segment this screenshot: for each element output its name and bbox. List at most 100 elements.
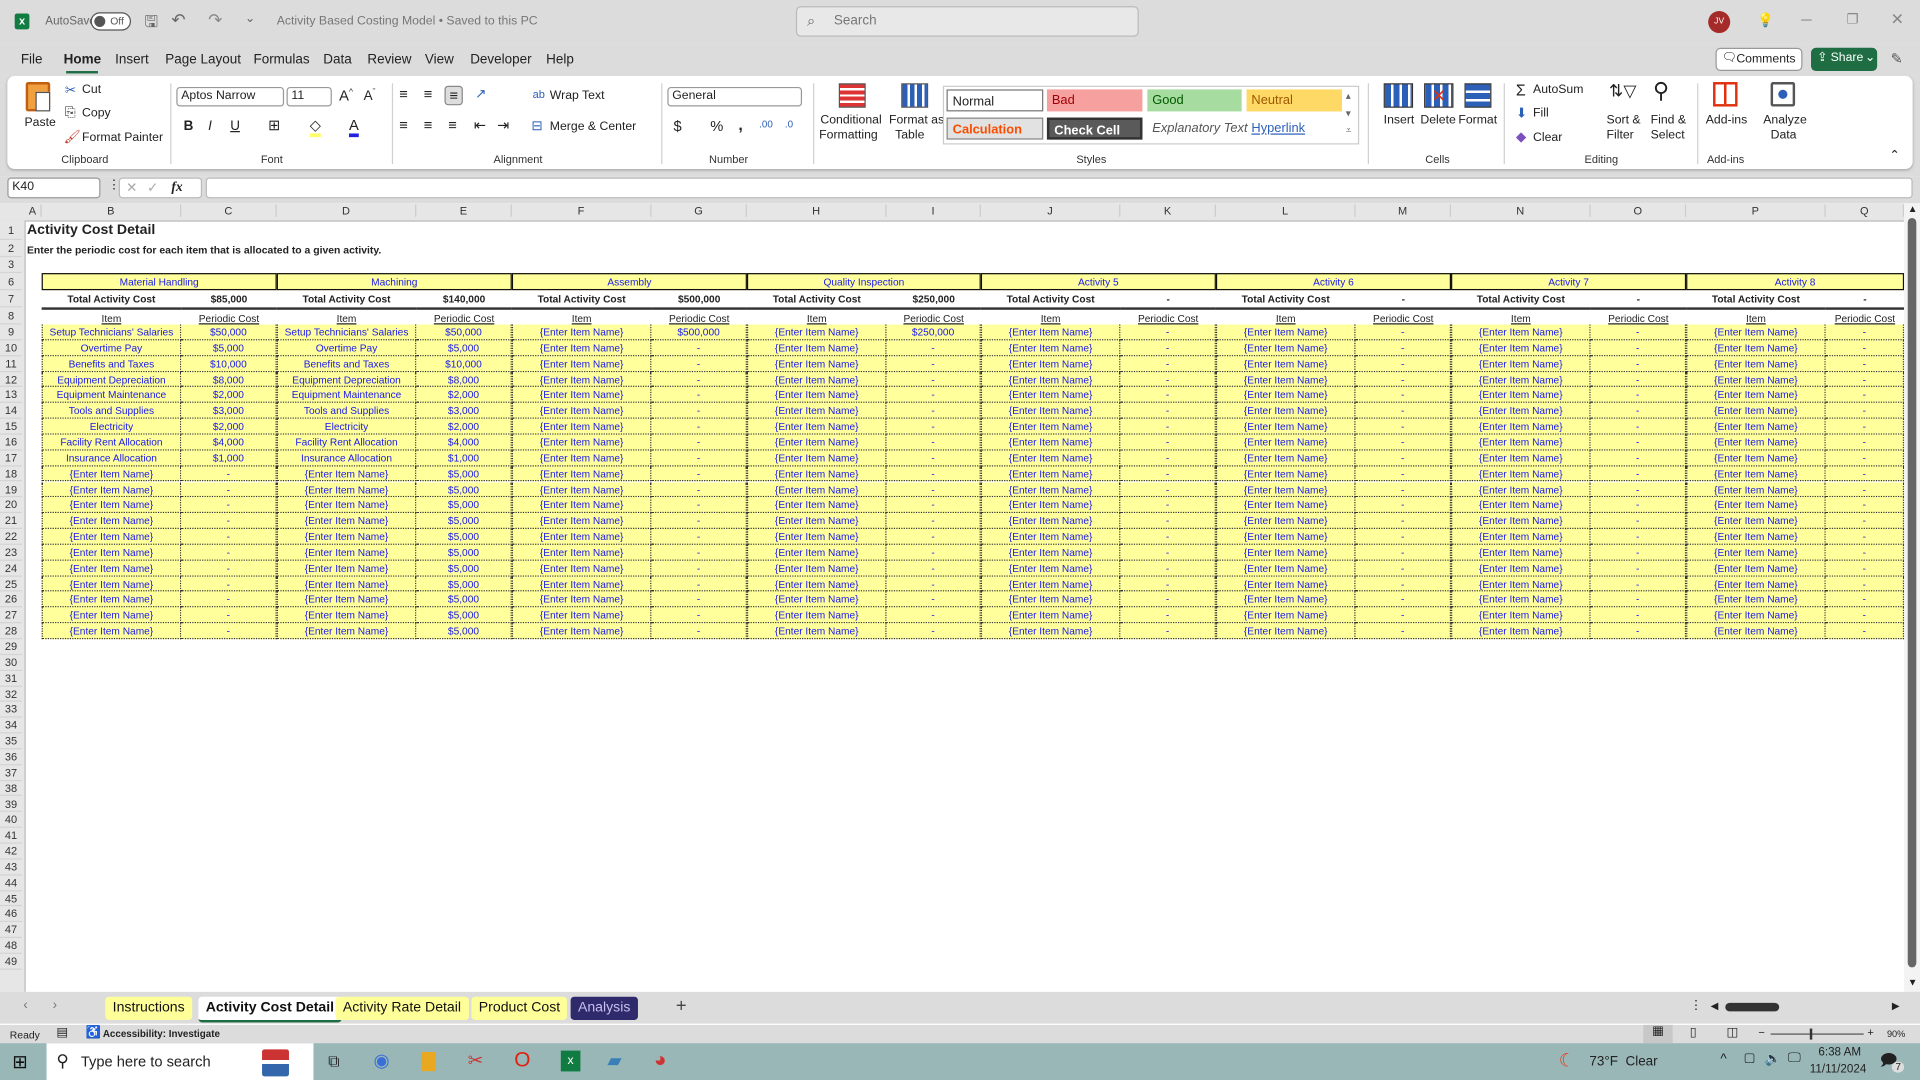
row-header-2[interactable]: 2 [0, 240, 23, 258]
item-name-cell[interactable]: {Enter Item Name} [1215, 434, 1356, 451]
periodic-cost-cell[interactable]: - [1825, 324, 1905, 341]
row-header-8[interactable]: 8 [0, 307, 23, 325]
item-name-cell[interactable]: {Enter Item Name} [1686, 340, 1826, 356]
task-view-icon[interactable]: ⧉ [328, 1052, 339, 1072]
item-name-cell[interactable]: {Enter Item Name} [41, 529, 182, 545]
periodic-cost-cell[interactable]: - [1825, 623, 1905, 640]
snipping-tool-icon[interactable]: ✂ [468, 1049, 483, 1072]
item-name-cell[interactable]: {Enter Item Name} [511, 403, 652, 419]
item-name-cell[interactable]: {Enter Item Name} [511, 560, 652, 577]
sort-filter-button-line2[interactable]: Filter [1607, 129, 1634, 142]
windows-start-icon[interactable]: ⊞ [12, 1051, 27, 1073]
periodic-cost-cell[interactable]: $5,000 [416, 576, 512, 592]
periodic-cost-cell[interactable]: - [1590, 623, 1687, 640]
item-name-cell[interactable]: {Enter Item Name} [511, 355, 652, 372]
item-name-cell[interactable]: {Enter Item Name} [746, 355, 887, 372]
item-name-cell[interactable]: {Enter Item Name} [1686, 513, 1826, 530]
item-name-cell[interactable]: {Enter Item Name} [276, 513, 417, 530]
periodic-cost-cell[interactable]: - [1355, 481, 1452, 498]
periodic-cost-cell[interactable]: - [651, 371, 747, 388]
item-name-cell[interactable]: {Enter Item Name} [1451, 324, 1591, 341]
item-name-cell[interactable]: {Enter Item Name} [511, 623, 652, 640]
periodic-cost-cell[interactable]: $5,000 [416, 466, 512, 482]
item-name-cell[interactable]: {Enter Item Name} [980, 403, 1121, 419]
item-name-cell[interactable]: {Enter Item Name} [1215, 560, 1356, 577]
periodic-cost-cell[interactable]: - [886, 450, 981, 467]
item-name-cell[interactable]: {Enter Item Name} [980, 371, 1121, 388]
item-name-cell[interactable]: {Enter Item Name} [746, 591, 887, 608]
periodic-cost-cell[interactable]: - [1825, 450, 1905, 467]
periodic-cost-cell[interactable]: - [1825, 403, 1905, 419]
item-name-cell[interactable]: {Enter Item Name} [511, 607, 652, 624]
periodic-cost-cell[interactable]: - [1120, 481, 1216, 498]
periodic-cost-cell[interactable]: $1,000 [181, 450, 277, 467]
item-name-cell[interactable]: Electricity [276, 418, 417, 435]
gallery-scroll-icon[interactable]: ▴ ▾ ⩡ [1346, 88, 1352, 139]
item-name-cell[interactable]: Equipment Maintenance [41, 387, 182, 404]
column-header-D[interactable]: D [277, 204, 417, 217]
item-name-cell[interactable]: {Enter Item Name} [1686, 434, 1826, 451]
periodic-cost-cell[interactable]: $8,000 [416, 371, 512, 388]
periodic-cost-cell[interactable]: - [1825, 529, 1905, 545]
periodic-cost-cell[interactable]: - [651, 529, 747, 545]
periodic-cost-cell[interactable]: - [651, 591, 747, 608]
italic-icon[interactable]: I [208, 119, 212, 134]
align-center-icon[interactable]: ≡ [424, 116, 433, 133]
column-header-I[interactable]: I [887, 204, 981, 217]
item-name-cell[interactable]: {Enter Item Name} [1215, 466, 1356, 482]
find-select-button[interactable]: Find & [1651, 114, 1686, 127]
comma-icon[interactable]: , [738, 115, 742, 133]
periodic-cost-cell[interactable]: - [651, 340, 747, 356]
scroll-up-icon[interactable]: ▲ [1908, 203, 1918, 214]
periodic-cost-cell[interactable]: - [886, 544, 981, 561]
zoom-in-icon[interactable]: + [1867, 1026, 1873, 1038]
item-name-cell[interactable]: {Enter Item Name} [1215, 418, 1356, 435]
item-name-cell[interactable]: {Enter Item Name} [511, 434, 652, 451]
prev-sheet-icon[interactable]: ‹ [23, 998, 27, 1013]
periodic-cost-cell[interactable]: - [181, 481, 277, 498]
periodic-cost-cell[interactable]: $5,000 [416, 481, 512, 498]
periodic-cost-cell[interactable]: - [651, 418, 747, 435]
periodic-cost-cell[interactable]: - [1120, 607, 1216, 624]
periodic-cost-cell[interactable]: - [1590, 497, 1687, 514]
column-header-K[interactable]: K [1120, 204, 1216, 217]
item-name-cell[interactable]: {Enter Item Name} [1686, 418, 1826, 435]
row-header-27[interactable]: 27 [0, 608, 23, 624]
column-header-P[interactable]: P [1686, 204, 1826, 217]
row-header-30[interactable]: 30 [0, 655, 23, 671]
item-name-cell[interactable]: {Enter Item Name} [1686, 466, 1826, 482]
taskbar-search-box[interactable]: ⚲ Type here to search [46, 1043, 314, 1080]
style-bad[interactable]: Bad [1046, 89, 1143, 112]
fill-button[interactable]: Fill [1533, 107, 1549, 120]
item-name-cell[interactable]: {Enter Item Name} [276, 466, 417, 482]
periodic-cost-cell[interactable]: - [1355, 591, 1452, 608]
periodic-cost-cell[interactable]: - [1825, 340, 1905, 356]
periodic-cost-cell[interactable]: - [1590, 434, 1687, 451]
periodic-cost-cell[interactable]: - [1590, 513, 1687, 530]
periodic-cost-cell[interactable]: - [1590, 560, 1687, 577]
periodic-cost-cell[interactable]: - [181, 560, 277, 577]
row-header-32[interactable]: 32 [0, 686, 23, 703]
periodic-cost-cell[interactable]: $4,000 [181, 434, 277, 451]
periodic-cost-cell[interactable]: - [651, 607, 747, 624]
item-name-cell[interactable]: {Enter Item Name} [511, 387, 652, 404]
column-header-H[interactable]: H [747, 204, 887, 217]
copilot-icon[interactable]: ◉ [373, 1049, 389, 1072]
periodic-cost-cell[interactable]: - [1590, 340, 1687, 356]
item-name-cell[interactable]: {Enter Item Name} [1686, 529, 1826, 545]
style-check-cell[interactable]: Check Cell [1046, 117, 1143, 140]
row-header-47[interactable]: 47 [0, 922, 23, 939]
periodic-cost-cell[interactable]: - [886, 355, 981, 372]
item-name-cell[interactable]: Overtime Pay [276, 340, 417, 356]
periodic-cost-cell[interactable]: - [181, 591, 277, 608]
format-as-table-button[interactable]: Format as [889, 114, 944, 127]
item-name-cell[interactable]: {Enter Item Name} [980, 529, 1121, 545]
periodic-cost-cell[interactable]: - [181, 623, 277, 640]
periodic-cost-cell[interactable]: $5,000 [416, 607, 512, 624]
item-name-cell[interactable]: {Enter Item Name} [980, 434, 1121, 451]
delete-cells-button[interactable]: Delete [1420, 114, 1455, 127]
periodic-cost-cell[interactable]: - [1355, 387, 1452, 404]
item-name-cell[interactable]: {Enter Item Name} [1686, 481, 1826, 498]
item-name-cell[interactable]: Overtime Pay [41, 340, 182, 356]
periodic-cost-cell[interactable]: - [886, 513, 981, 530]
